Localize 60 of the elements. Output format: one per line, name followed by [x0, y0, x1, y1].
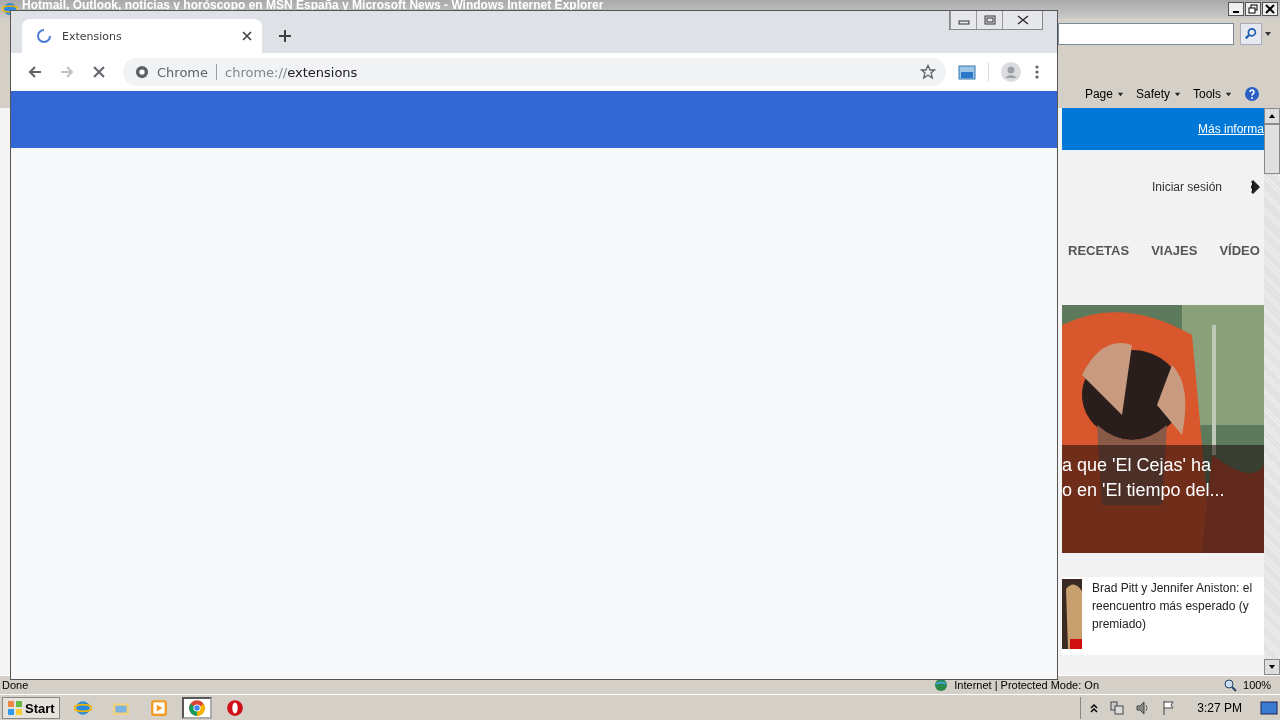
close-button[interactable]: [1002, 11, 1042, 29]
chrome-site-icon: [135, 65, 149, 79]
clock[interactable]: 3:27 PM: [1197, 701, 1242, 715]
scroll-thumb[interactable]: [1264, 124, 1280, 174]
menu-icon[interactable]: [1035, 64, 1039, 80]
address-bar[interactable]: Chrome chrome://extensions: [123, 58, 946, 86]
help-icon[interactable]: [1244, 86, 1260, 102]
caret-icon: [1225, 90, 1232, 98]
browser-logo-icon: [187, 699, 206, 717]
sign-in-link[interactable]: Iniciar sesión: [1151, 180, 1222, 194]
headline[interactable]: a que 'El Cejas' ha: [1062, 455, 1225, 476]
search-field[interactable]: [1058, 23, 1234, 45]
close-button[interactable]: [1262, 2, 1278, 16]
extension-icon[interactable]: [958, 64, 976, 80]
back-icon[interactable]: [27, 64, 43, 80]
taskbar-app[interactable]: [181, 697, 212, 719]
toolbar-menu[interactable]: Safety: [1133, 87, 1183, 101]
down-arrow-icon[interactable]: [1268, 663, 1276, 671]
star-icon[interactable]: [920, 64, 936, 80]
minimize-icon: [1233, 11, 1239, 13]
zoom-level[interactable]: 100%: [1243, 679, 1272, 691]
stop-icon[interactable]: [91, 64, 107, 80]
close-icon: [1265, 4, 1275, 14]
browser-tab[interactable]: Extensions: [22, 19, 262, 53]
more-info-link[interactable]: Más informa: [1197, 122, 1264, 136]
search-icon: [1244, 27, 1258, 41]
status-text: Done: [2, 679, 29, 691]
maximize-button[interactable]: [976, 11, 1002, 29]
caret-icon[interactable]: [1264, 30, 1272, 38]
caret-icon: [1174, 90, 1181, 98]
url-text: chrome://extensions: [225, 64, 358, 80]
spinner-icon: [36, 28, 52, 44]
search-button[interactable]: [1240, 23, 1262, 45]
nav-link[interactable]: RECETAS: [1068, 243, 1130, 258]
show-desktop-icon[interactable]: [1260, 700, 1278, 716]
new-tab-icon[interactable]: [278, 29, 292, 43]
close-icon: [1016, 15, 1029, 25]
zoom-icon[interactable]: [1223, 678, 1237, 692]
toolbar-menu[interactable]: Tools: [1191, 87, 1234, 101]
browser-logo-icon: [225, 699, 244, 717]
nav-link[interactable]: VÍDEO: [1219, 243, 1260, 258]
browser-logo-icon: [73, 699, 92, 717]
start-button[interactable]: Start: [2, 697, 60, 719]
nav-link[interactable]: VIAJES: [1151, 243, 1198, 258]
restore-icon: [1248, 4, 1258, 14]
close-icon[interactable]: [242, 31, 252, 41]
security-zone: Internet | Protected Mode: On: [954, 679, 1099, 691]
toolbar-menu[interactable]: Page: [1082, 87, 1126, 101]
up-arrow-icon[interactable]: [1268, 112, 1276, 120]
restore-button[interactable]: [1245, 2, 1261, 16]
windows-logo-icon: [7, 700, 23, 716]
profile-avatar-icon[interactable]: [1001, 62, 1021, 82]
headline[interactable]: o en 'El tiempo del...: [1062, 480, 1225, 501]
play-icon: [149, 699, 168, 717]
maximize-icon: [983, 15, 996, 25]
site-label: Chrome: [157, 64, 208, 80]
minimize-button[interactable]: [1228, 2, 1244, 16]
chevron-icon[interactable]: [1089, 702, 1100, 714]
caret-icon: [1116, 90, 1124, 98]
network-icon[interactable]: [1109, 700, 1126, 716]
